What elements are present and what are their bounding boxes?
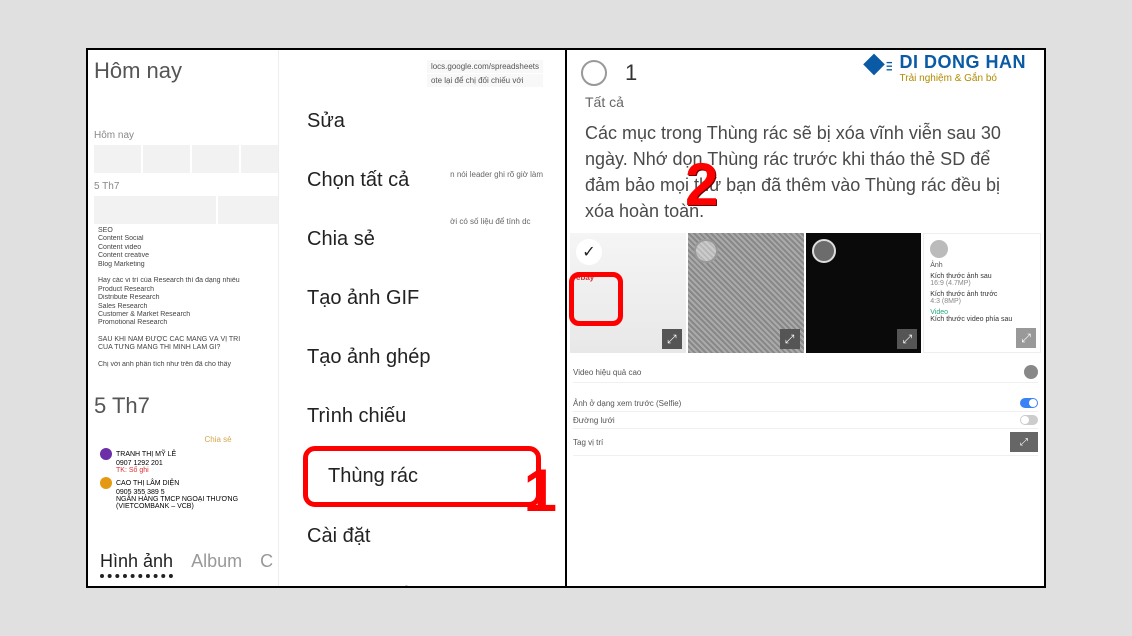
expand-icon[interactable]: ⤢ xyxy=(780,329,800,349)
trash-item-2[interactable]: ⤢ xyxy=(688,233,804,353)
thumbnail[interactable] xyxy=(143,145,190,173)
settings-thumbnail[interactable]: Video hiệu quả cao Ảnh ở dạng xem trước … xyxy=(569,358,1042,460)
trash-item-3[interactable]: ⤢ xyxy=(806,233,922,353)
options-menu: locs.google.com/spreadsheets ote lại để … xyxy=(278,50,565,586)
menu-collage[interactable]: Tạo ảnh ghép xyxy=(279,328,565,387)
select-all-radio[interactable] xyxy=(581,60,607,86)
trash-description: Các mục trong Thùng rác sẽ bị xóa vĩnh v… xyxy=(567,112,1044,232)
expand-icon[interactable]: ⤢ xyxy=(1010,432,1038,452)
annotation-number-2: 2 xyxy=(685,150,718,219)
bg-text: locs.google.com/spreadsheets xyxy=(427,60,543,73)
tutorial-composite: DI DONG HAN Trải nghiệm & Gắn bó Hôm nay… xyxy=(86,48,1046,588)
tab-more[interactable]: C xyxy=(260,551,273,578)
thumbnail[interactable] xyxy=(94,196,216,224)
annotation-number-1: 1 xyxy=(524,456,557,525)
menu-trash[interactable]: Thùng rác xyxy=(303,446,541,507)
tab-album[interactable]: Album xyxy=(191,551,242,578)
unchecked-circle-icon[interactable] xyxy=(694,239,718,263)
check-icon[interactable]: ✓ xyxy=(576,239,602,265)
brand-name: DI DONG HAN xyxy=(900,52,1027,73)
expand-icon[interactable]: ⤢ xyxy=(662,329,682,349)
toggle-on-icon[interactable] xyxy=(1020,398,1038,408)
expand-icon[interactable]: ⤢ xyxy=(897,329,917,349)
menu-create-gif[interactable]: Tạo ảnh GIF xyxy=(279,269,565,328)
bg-text: ote lại để chị đối chiếu với xyxy=(427,74,543,87)
menu-contact-us[interactable]: Liên hệ chúng tôi xyxy=(279,566,565,586)
selection-count: 1 xyxy=(625,60,637,86)
expand-icon[interactable]: ⤢ xyxy=(1016,328,1036,348)
select-all-label: Tất cả xyxy=(585,94,624,110)
thumbnail[interactable] xyxy=(192,145,239,173)
menu-edit[interactable]: Sửa xyxy=(279,104,565,151)
settings-thumbnail-row: Video hiệu quả cao Ảnh ở dạng xem trước … xyxy=(567,354,1044,464)
trash-thumbnails-row: ✓ ebay ⤢ ⤢ ⤢ Ảnh Kích thước ảnh sau 16:9… xyxy=(567,232,1044,354)
thumbnail[interactable] xyxy=(94,145,141,173)
toggle-off-icon[interactable] xyxy=(1020,415,1038,425)
menu-settings[interactable]: Cài đặt xyxy=(279,507,565,566)
unchecked-circle-icon[interactable] xyxy=(812,239,836,263)
brand-logo-icon xyxy=(856,50,892,86)
left-screenshot: Hôm nay 🔍 Hôm nay 5 Th7 SEO Content Soci… xyxy=(88,50,567,586)
annotation-highlight-box xyxy=(569,272,623,326)
right-screenshot: 1 Tất cả Các mục trong Thùng rác sẽ bị x… xyxy=(567,50,1044,586)
brand-tagline: Trải nghiệm & Gắn bó xyxy=(900,73,1027,84)
watermark-brand: DI DONG HAN Trải nghiệm & Gắn bó xyxy=(856,50,1027,86)
menu-slideshow[interactable]: Trình chiếu xyxy=(279,387,565,446)
tab-images[interactable]: Hình ảnh xyxy=(100,551,173,578)
trash-item-4[interactable]: Ảnh Kích thước ảnh sau 16:9 (4.7MP) Kích… xyxy=(923,233,1041,353)
